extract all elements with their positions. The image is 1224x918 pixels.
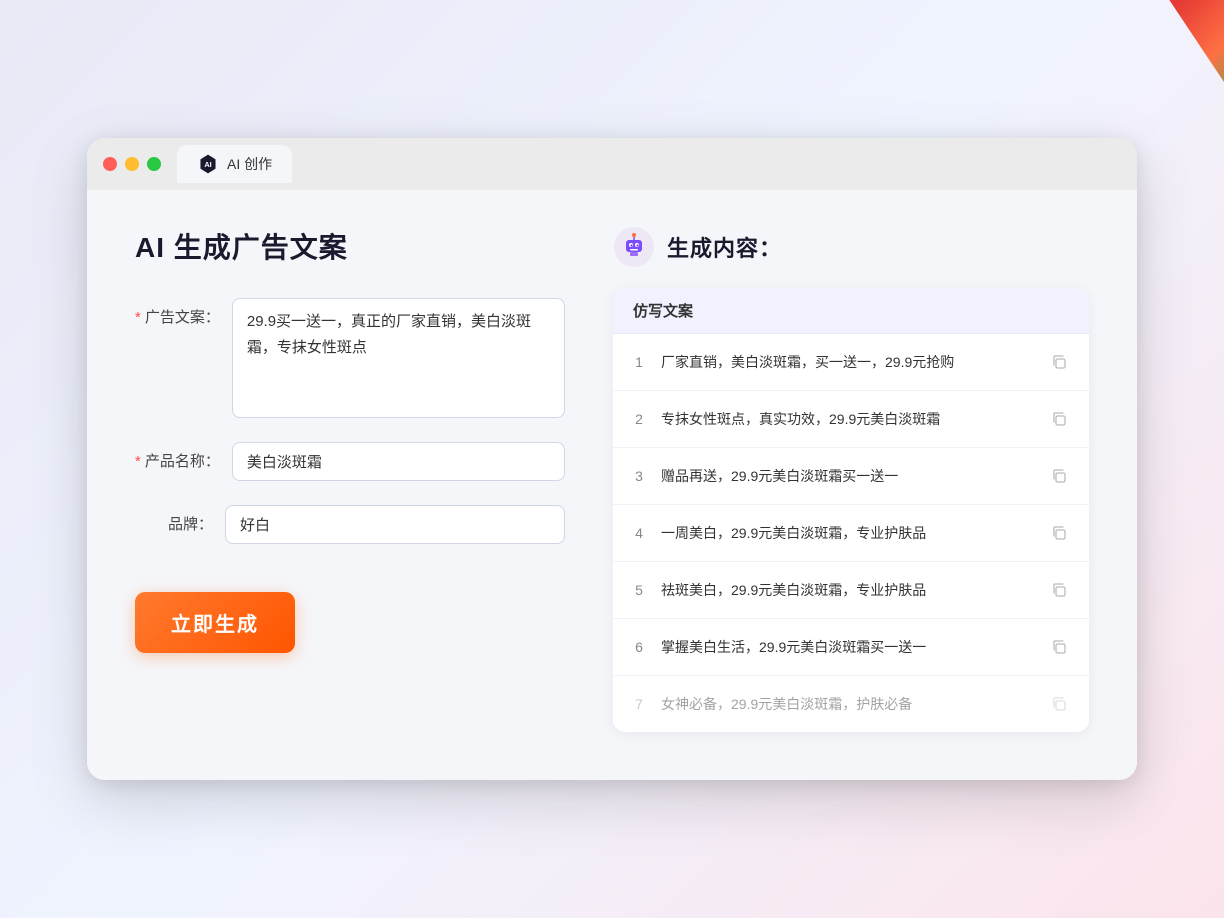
row-number: 6 bbox=[629, 639, 649, 655]
required-mark-ad: * bbox=[135, 309, 141, 326]
robot-icon bbox=[613, 226, 655, 268]
row-number: 7 bbox=[629, 696, 649, 712]
tab-label: AI 创作 bbox=[227, 154, 272, 174]
result-rows-container: 1 厂家直销，美白淡斑霜，买一送一，29.9元抢购 2 专抹女性斑点，真实功效，29… bbox=[613, 334, 1089, 732]
generate-button[interactable]: 立即生成 bbox=[135, 592, 295, 653]
brand-label: 品牌： bbox=[135, 505, 225, 534]
row-number: 3 bbox=[629, 468, 649, 484]
copy-button[interactable] bbox=[1045, 519, 1073, 547]
product-name-input[interactable] bbox=[232, 442, 565, 481]
ai-tab-icon: AI bbox=[197, 153, 219, 175]
result-table: 仿写文案 1 厂家直销，美白淡斑霜，买一送一，29.9元抢购 2 专抹女性斑点，真实… bbox=[613, 288, 1089, 732]
table-row: 4 一周美白，29.9元美白淡斑霜，专业护肤品 bbox=[613, 505, 1089, 562]
ai-tab[interactable]: AI AI 创作 bbox=[177, 145, 292, 183]
maximize-button[interactable] bbox=[147, 157, 161, 171]
ad-copy-input[interactable] bbox=[232, 298, 565, 418]
browser-window: AI AI 创作 AI 生成广告文案 *广告文案： *产品名称： bbox=[87, 138, 1137, 780]
content-area: AI 生成广告文案 *广告文案： *产品名称： 品牌： 立 bbox=[87, 190, 1137, 780]
table-row: 2 专抹女性斑点，真实功效，29.9元美白淡斑霜 bbox=[613, 391, 1089, 448]
page-title: AI 生成广告文案 bbox=[135, 226, 565, 266]
ad-copy-label: *广告文案： bbox=[135, 298, 232, 327]
window-controls bbox=[103, 157, 161, 171]
left-panel: AI 生成广告文案 *广告文案： *产品名称： 品牌： 立 bbox=[135, 226, 565, 732]
copy-button[interactable] bbox=[1045, 576, 1073, 604]
row-text: 一周美白，29.9元美白淡斑霜，专业护肤品 bbox=[661, 523, 1033, 544]
row-number: 5 bbox=[629, 582, 649, 598]
copy-button[interactable] bbox=[1045, 690, 1073, 718]
row-text: 掌握美白生活，29.9元美白淡斑霜买一送一 bbox=[661, 637, 1033, 658]
copy-button[interactable] bbox=[1045, 348, 1073, 376]
brand-input[interactable] bbox=[225, 505, 565, 544]
brand-group: 品牌： bbox=[135, 505, 565, 544]
row-number: 4 bbox=[629, 525, 649, 541]
row-text: 女神必备，29.9元美白淡斑霜，护肤必备 bbox=[661, 694, 1033, 715]
product-name-label: *产品名称： bbox=[135, 442, 232, 471]
row-number: 1 bbox=[629, 354, 649, 370]
copy-button[interactable] bbox=[1045, 633, 1073, 661]
row-text: 赠品再送，29.9元美白淡斑霜买一送一 bbox=[661, 466, 1033, 487]
table-row: 3 赠品再送，29.9元美白淡斑霜买一送一 bbox=[613, 448, 1089, 505]
table-row: 6 掌握美白生活，29.9元美白淡斑霜买一送一 bbox=[613, 619, 1089, 676]
row-text: 祛斑美白，29.9元美白淡斑霜，专业护肤品 bbox=[661, 580, 1033, 601]
table-row: 7 女神必备，29.9元美白淡斑霜，护肤必备 bbox=[613, 676, 1089, 732]
table-row: 5 祛斑美白，29.9元美白淡斑霜，专业护肤品 bbox=[613, 562, 1089, 619]
product-name-group: *产品名称： bbox=[135, 442, 565, 481]
close-button[interactable] bbox=[103, 157, 117, 171]
result-table-header: 仿写文案 bbox=[613, 288, 1089, 334]
row-text: 厂家直销，美白淡斑霜，买一送一，29.9元抢购 bbox=[661, 352, 1033, 373]
right-panel: 生成内容： 仿写文案 1 厂家直销，美白淡斑霜，买一送一，29.9元抢购 2 专抹女… bbox=[613, 226, 1089, 732]
minimize-button[interactable] bbox=[125, 157, 139, 171]
table-row: 1 厂家直销，美白淡斑霜，买一送一，29.9元抢购 bbox=[613, 334, 1089, 391]
row-number: 2 bbox=[629, 411, 649, 427]
copy-button[interactable] bbox=[1045, 462, 1073, 490]
result-title: 生成内容： bbox=[667, 231, 782, 263]
result-header: 生成内容： bbox=[613, 226, 1089, 268]
ad-copy-group: *广告文案： bbox=[135, 298, 565, 418]
row-text: 专抹女性斑点，真实功效，29.9元美白淡斑霜 bbox=[661, 409, 1033, 430]
svg-text:AI: AI bbox=[204, 160, 211, 169]
copy-button[interactable] bbox=[1045, 405, 1073, 433]
title-bar: AI AI 创作 bbox=[87, 138, 1137, 190]
required-mark-product: * bbox=[135, 453, 141, 470]
